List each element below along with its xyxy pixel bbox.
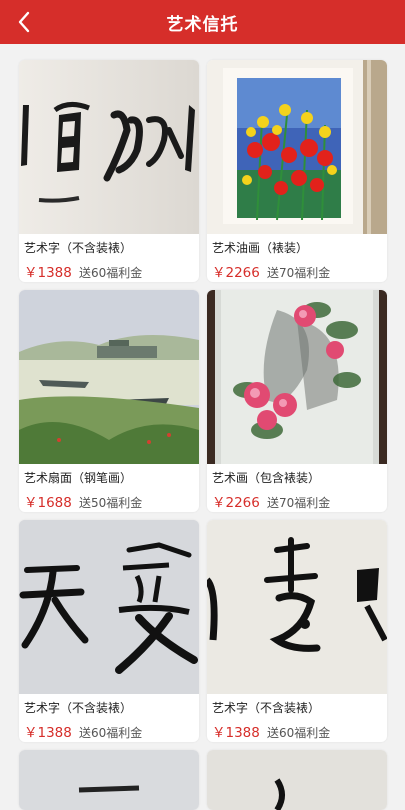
product-bonus: 送70福利金 — [266, 496, 331, 510]
product-name: 艺术油画（裱装） — [212, 241, 309, 255]
chevron-left-icon — [18, 11, 30, 33]
product-card[interactable]: 艺术扇面（钢笔画） ￥1688 送50福利金 — [19, 290, 199, 512]
product-image-calligraphy[interactable] — [19, 60, 199, 234]
product-name: 艺术字（不含装裱） — [24, 701, 133, 715]
product-card[interactable]: 艺术油画（裱装） ￥2266 送70福利金 — [207, 60, 387, 282]
product-card[interactable]: 艺术字（不含装裱） ￥1388 送60福利金 — [19, 60, 199, 282]
product-bonus: 送60福利金 — [266, 726, 331, 740]
back-button[interactable] — [8, 6, 40, 38]
product-name: 艺术字（不含装裱） — [24, 241, 133, 255]
product-name: 艺术字（不含装裱） — [212, 701, 321, 715]
product-image-calligraphy[interactable] — [19, 520, 199, 694]
product-name: 艺术扇面（钢笔画） — [24, 471, 133, 485]
product-card[interactable]: 艺术画（包含裱装） ￥2266 送70福利金 — [207, 290, 387, 512]
page-title: 艺术信托 — [166, 14, 239, 35]
product-price: ￥1388 — [24, 265, 72, 281]
product-bonus: 送50福利金 — [78, 496, 143, 510]
product-bonus: 送70福利金 — [266, 266, 331, 280]
product-price: ￥1688 — [24, 495, 72, 511]
product-card-partial[interactable] — [19, 750, 199, 810]
product-image-ink-painting[interactable] — [207, 290, 387, 464]
product-image-partial[interactable] — [207, 750, 387, 810]
product-price: ￥2266 — [212, 495, 260, 511]
product-price: ￥1388 — [24, 725, 72, 741]
product-price: ￥1388 — [212, 725, 260, 741]
product-image-oil-painting[interactable] — [207, 60, 387, 234]
product-card[interactable]: 艺术字（不含装裱） ￥1388 送60福利金 — [207, 520, 387, 742]
product-card[interactable]: 艺术字（不含装裱） ￥1388 送60福利金 — [19, 520, 199, 742]
product-bonus: 送60福利金 — [78, 266, 143, 280]
product-price: ￥2266 — [212, 265, 260, 281]
product-image-fan-painting[interactable] — [19, 290, 199, 464]
product-image-calligraphy[interactable] — [207, 520, 387, 694]
product-name: 艺术画（包含裱装） — [212, 471, 321, 485]
product-bonus: 送60福利金 — [78, 726, 143, 740]
product-card-partial[interactable] — [207, 750, 387, 810]
product-image-partial[interactable] — [19, 750, 199, 810]
top-bar: 艺术信托 — [0, 0, 405, 44]
